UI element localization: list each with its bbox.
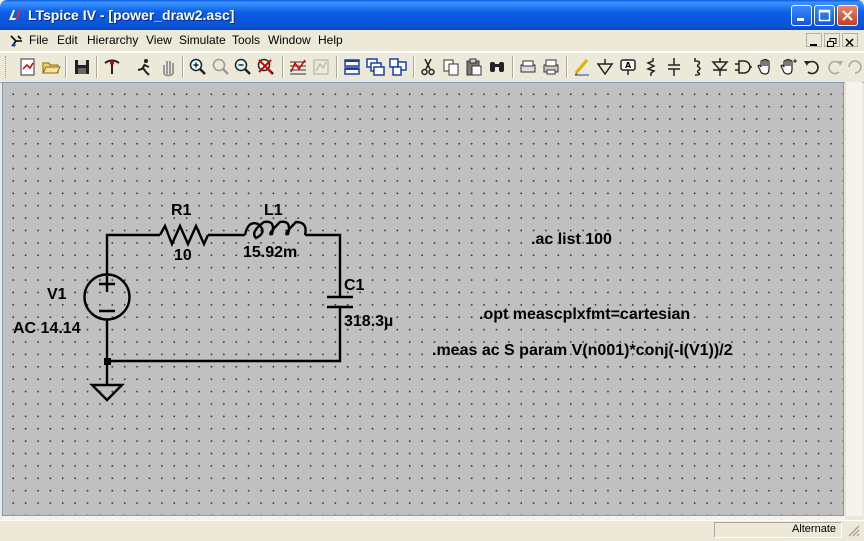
vertical-scrollbar[interactable] [845, 82, 862, 516]
capacitor-c1-symbol [327, 295, 353, 309]
inductor-l1-symbol [243, 220, 307, 240]
v1-name-label[interactable]: V1 [47, 286, 67, 304]
meas-directive[interactable]: .meas ac S param V(n001)*conj(-I(V1))/2 [432, 342, 733, 360]
resistor-r1-symbol [158, 223, 210, 248]
wire-l1-c1 [305, 233, 342, 297]
ground-symbol [89, 361, 125, 402]
c1-value-label[interactable]: 318.3µ [344, 313, 393, 331]
schematic-drawing [83, 220, 353, 402]
l1-name-label[interactable]: L1 [264, 202, 283, 220]
voltage-source-polarity [99, 276, 115, 313]
wire-v1-r1 [105, 233, 160, 275]
r1-value-label[interactable]: 10 [174, 247, 192, 265]
status-mode: Alternate [791, 523, 836, 535]
wire-c1-return [107, 307, 342, 363]
junction-dot [104, 358, 111, 365]
c1-name-label[interactable]: C1 [344, 277, 364, 295]
resize-grip-icon[interactable] [846, 523, 860, 537]
r1-name-label[interactable]: R1 [171, 202, 191, 220]
l1-value-label[interactable]: 15.92m [243, 244, 297, 262]
ac-directive[interactable]: .ac list 100 [531, 231, 612, 249]
opt-directive[interactable]: .opt meascplxfmt=cartesian [479, 306, 690, 324]
v1-value-label[interactable]: AC 14.14 [13, 320, 81, 338]
